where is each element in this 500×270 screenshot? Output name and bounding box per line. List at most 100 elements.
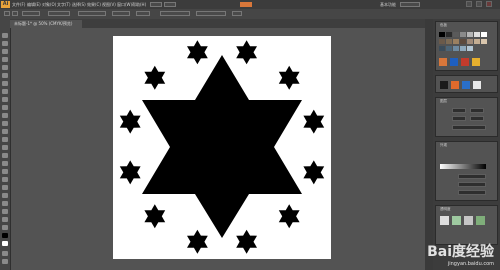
symbol-thumb[interactable]	[440, 81, 448, 89]
symbol-thumb[interactable]	[473, 81, 481, 89]
blob-brush-tool-icon[interactable]	[2, 113, 8, 118]
swatch[interactable]	[481, 32, 487, 37]
brush-thumb[interactable]	[452, 216, 461, 225]
menu-file[interactable]: 文件(F)	[12, 0, 25, 9]
layer-field[interactable]	[452, 108, 466, 113]
brush-thumb[interactable]	[440, 216, 449, 225]
swatch-yellow[interactable]	[472, 58, 480, 66]
preferences-button[interactable]	[196, 11, 226, 16]
swatch-blue[interactable]	[450, 58, 458, 66]
swatch[interactable]	[460, 39, 466, 44]
swatch[interactable]	[446, 32, 452, 37]
shape-builder-tool-icon[interactable]	[2, 161, 8, 166]
blend-tool-icon[interactable]	[2, 201, 8, 206]
small-star[interactable]	[303, 160, 325, 185]
swatch-red[interactable]	[461, 58, 469, 66]
width-tool-icon[interactable]	[2, 145, 8, 150]
swatch[interactable]	[481, 39, 487, 44]
small-star[interactable]	[303, 109, 325, 134]
direct-selection-tool-icon[interactable]	[2, 41, 8, 46]
swatch[interactable]	[467, 32, 473, 37]
large-star[interactable]	[142, 55, 302, 238]
swatch[interactable]	[467, 46, 473, 51]
swatch[interactable]	[453, 39, 459, 44]
appearance-panel-title[interactable]: 外观	[440, 143, 447, 148]
menu-effect[interactable]: 效果(C)	[87, 0, 101, 9]
workspace-switcher[interactable]: 基本功能	[380, 0, 396, 9]
eyedropper-tool-icon[interactable]	[2, 193, 8, 198]
graph-tool-icon[interactable]	[2, 217, 8, 222]
menu-window[interactable]: 窗口(W)	[117, 0, 132, 9]
swatches-panel-title[interactable]: 色板	[440, 23, 447, 28]
transparency-panel-title[interactable]: 透明度	[440, 207, 451, 212]
symbol-thumb[interactable]	[451, 81, 459, 89]
opacity-field[interactable]	[136, 11, 150, 16]
minimize-icon[interactable]	[466, 1, 472, 7]
fill-color-icon[interactable]	[2, 233, 8, 238]
gradient-slider[interactable]	[440, 164, 486, 169]
arrange-icon[interactable]	[232, 11, 242, 16]
menu-help[interactable]: 帮助(H)	[132, 0, 146, 9]
perspective-grid-tool-icon[interactable]	[2, 169, 8, 174]
swatch[interactable]	[460, 46, 466, 51]
gradient-field[interactable]	[458, 174, 486, 179]
menu-edit[interactable]: 编辑(E)	[27, 0, 41, 9]
gradient-field[interactable]	[458, 190, 486, 195]
pen-tool-icon[interactable]	[2, 65, 8, 70]
vertical-scrollbar[interactable]	[425, 19, 433, 270]
stroke-swatch[interactable]	[12, 11, 18, 16]
layers-panel-title[interactable]: 图层	[440, 99, 447, 104]
swatch[interactable]	[460, 32, 466, 37]
star-artwork[interactable]	[113, 36, 331, 259]
arrange-docs-button[interactable]	[164, 2, 176, 7]
eraser-tool-icon[interactable]	[2, 121, 8, 126]
swatch[interactable]	[439, 46, 445, 51]
ai-highlight-button[interactable]	[240, 2, 252, 7]
swatch[interactable]	[439, 39, 445, 44]
brush-dropdown[interactable]	[78, 11, 106, 16]
layer-field[interactable]	[452, 116, 466, 121]
small-star[interactable]	[144, 204, 166, 229]
scale-tool-icon[interactable]	[2, 137, 8, 142]
brush-thumb[interactable]	[476, 216, 485, 225]
style-dropdown[interactable]	[112, 11, 130, 16]
menu-view[interactable]: 视图(V)	[102, 0, 116, 9]
zoom-tool-icon[interactable]	[2, 259, 8, 264]
small-star[interactable]	[119, 160, 141, 185]
swatch[interactable]	[453, 32, 459, 37]
swatch[interactable]	[474, 32, 480, 37]
pencil-tool-icon[interactable]	[2, 105, 8, 110]
bridge-button[interactable]	[150, 2, 162, 7]
swatch[interactable]	[453, 46, 459, 51]
document-setup-button[interactable]	[160, 11, 190, 16]
line-tool-icon[interactable]	[2, 81, 8, 86]
free-transform-tool-icon[interactable]	[2, 153, 8, 158]
symbol-thumb[interactable]	[462, 81, 470, 89]
rotate-tool-icon[interactable]	[2, 129, 8, 134]
mesh-tool-icon[interactable]	[2, 177, 8, 182]
artboard-tool-icon[interactable]	[2, 225, 8, 230]
brush-thumb[interactable]	[464, 216, 473, 225]
small-star[interactable]	[278, 65, 300, 90]
small-star[interactable]	[236, 40, 257, 65]
small-star[interactable]	[119, 109, 141, 134]
menu-type[interactable]: 文字(T)	[57, 0, 71, 9]
stroke-color-icon[interactable]	[2, 241, 8, 246]
magic-wand-tool-icon[interactable]	[2, 49, 8, 54]
small-star[interactable]	[187, 40, 208, 65]
type-tool-icon[interactable]	[2, 73, 8, 78]
maximize-icon[interactable]	[476, 1, 482, 7]
small-star[interactable]	[187, 229, 208, 254]
fill-swatch[interactable]	[4, 11, 10, 16]
swatch[interactable]	[446, 46, 452, 51]
search-field[interactable]	[400, 2, 420, 7]
layer-field[interactable]	[470, 116, 484, 121]
swatch-orange[interactable]	[439, 58, 447, 66]
gradient-tool-icon[interactable]	[2, 185, 8, 190]
artboard[interactable]	[113, 36, 331, 259]
swatch[interactable]	[439, 32, 445, 37]
variable-width-dropdown[interactable]	[48, 11, 70, 16]
swatch[interactable]	[446, 39, 452, 44]
stroke-weight-field[interactable]	[22, 11, 40, 16]
close-icon[interactable]	[486, 1, 492, 7]
